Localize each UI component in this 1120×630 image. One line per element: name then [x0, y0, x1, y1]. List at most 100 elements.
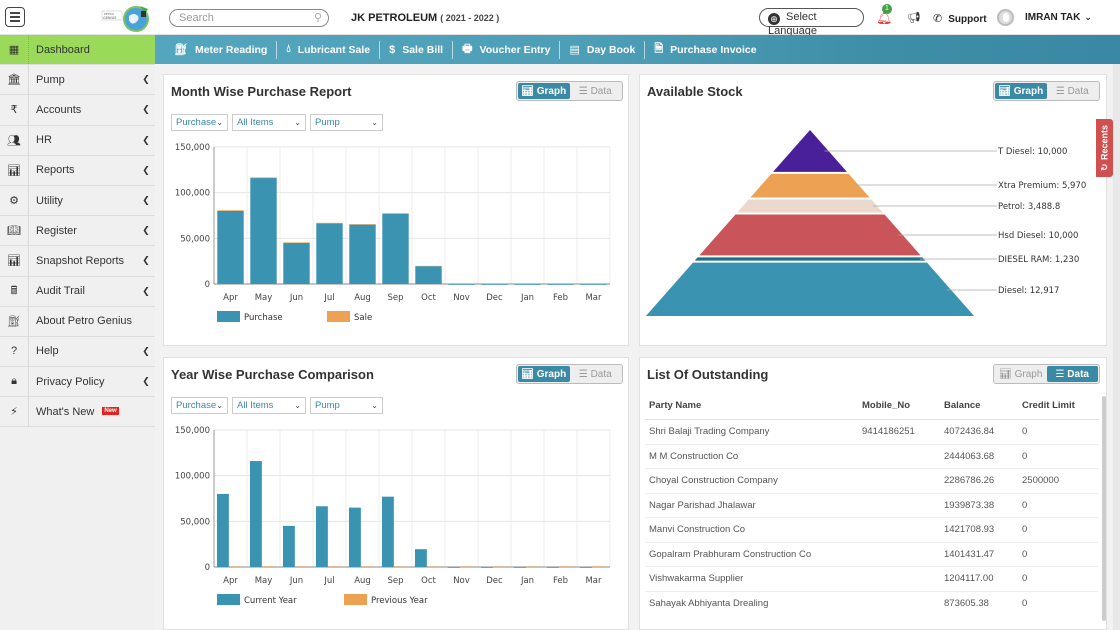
notification-button[interactable]: 🔔︎ 1 [876, 4, 893, 26]
bar-current-year[interactable] [414, 549, 427, 567]
bar-current-year[interactable] [216, 493, 229, 567]
bar-purchase[interactable] [415, 266, 442, 284]
pyramid-segment[interactable] [699, 214, 921, 256]
bar-previous-year[interactable] [360, 566, 373, 567]
pyramid-segment[interactable] [750, 173, 870, 198]
bar-current-year[interactable] [348, 507, 361, 567]
quick-purchase-invoice-button[interactable]: 🗎︎ Purchase Invoice [645, 41, 765, 59]
bar-sale[interactable] [217, 210, 244, 211]
column-header[interactable]: Credit Limit [1022, 400, 1099, 411]
bar-purchase[interactable] [481, 284, 508, 285]
table-row[interactable]: Shri Balaji Trading Company 9414186251 407… [645, 420, 1099, 445]
search-input[interactable]: Search ⚲ [169, 9, 329, 27]
page-scrollbar[interactable] [1113, 64, 1120, 630]
recents-tab[interactable]: ↻ Recents [1096, 119, 1113, 177]
graph-toggle-button[interactable]: 📊︎ Graph [518, 366, 570, 382]
bar-purchase[interactable] [217, 210, 244, 284]
data-toggle-button[interactable]: ☰ Data [570, 366, 622, 382]
graph-toggle-button[interactable]: 📊︎ Graph [995, 83, 1047, 99]
bar-current-year[interactable] [579, 567, 592, 568]
table-row[interactable]: Manvi Construction Co 1421708.93 0 [645, 518, 1099, 543]
table-row[interactable]: Choyal Construction Company 2286786.26 250… [645, 469, 1099, 494]
sidebar-item-privacy-policy[interactable]: 🔒︎ Privacy Policy ❮ [0, 367, 155, 398]
pyramid-segment[interactable] [737, 199, 883, 213]
bar-purchase[interactable] [514, 284, 541, 285]
bar-purchase[interactable] [250, 178, 277, 284]
legend-label[interactable]: Current Year [244, 596, 297, 606]
support-link[interactable]: ✆ Support [933, 12, 987, 25]
table-row[interactable]: Nagar Parishad Jhalawar 1939873.38 0 [645, 494, 1099, 518]
bar-purchase[interactable] [448, 284, 475, 285]
table-row[interactable]: Vishwakarma Supplier 1204117.00 0 [645, 567, 1099, 592]
user-menu[interactable]: IMRAN TAK ⌄ [1025, 12, 1092, 23]
bar-current-year[interactable] [480, 567, 493, 568]
quick-lubricant-sale-button[interactable]: 💧︎ Lubricant Sale [277, 40, 381, 59]
hamburger-menu-button[interactable] [5, 7, 25, 27]
graph-toggle-button[interactable]: 📊︎ Graph [518, 83, 570, 99]
bar-previous-year[interactable] [558, 566, 571, 567]
location-select[interactable]: Pump ⌄ [310, 114, 383, 131]
column-header[interactable]: Mobile_No [862, 400, 944, 411]
bar-previous-year[interactable] [525, 566, 538, 567]
bar-previous-year[interactable] [426, 566, 439, 567]
sidebar-item-dashboard[interactable]: ▦︎ Dashboard [0, 35, 155, 66]
data-toggle-button[interactable]: ☰ Data [570, 83, 622, 99]
type-select[interactable]: Purchase ⌄ [171, 397, 228, 414]
bar-purchase[interactable] [580, 284, 607, 285]
bar-previous-year[interactable] [228, 566, 241, 567]
pyramid-segment[interactable] [645, 262, 975, 316]
data-toggle-button[interactable]: ☰ Data [1047, 83, 1099, 99]
bar-previous-year[interactable] [591, 566, 604, 567]
bar-sale[interactable] [250, 177, 277, 179]
table-row[interactable]: Gopalram Prabhuram Construction Co 140143… [645, 543, 1099, 567]
table-scrollbar[interactable] [1102, 396, 1106, 621]
avatar[interactable] [997, 9, 1014, 26]
quick-sale-bill-button[interactable]: $︎ Sale Bill [380, 40, 454, 59]
bar-current-year[interactable] [381, 496, 394, 567]
data-toggle-button[interactable]: ☰ Data [1046, 366, 1098, 382]
sidebar-item-help[interactable]: ?︎ Help ❮ [0, 336, 155, 368]
sidebar-item-about-petro-genius[interactable]: ⛽︎ About Petro Genius [0, 306, 155, 337]
bar-current-year[interactable] [282, 525, 295, 567]
legend-label[interactable]: Sale [354, 313, 372, 323]
bar-purchase[interactable] [316, 223, 343, 284]
quick-meter-reading-button[interactable]: ⛽︎ Meter Reading [165, 40, 278, 59]
bar-current-year[interactable] [546, 567, 559, 568]
column-header[interactable]: Balance [944, 400, 1022, 411]
megaphone-icon[interactable]: 📢︎ [907, 11, 921, 24]
sidebar-item-pump[interactable]: 🏛︎ Pump ❮ [0, 65, 155, 96]
sidebar-item-register[interactable]: 📖︎ Register ❮ [0, 216, 155, 247]
bar-purchase[interactable] [382, 213, 409, 284]
legend-label[interactable]: Purchase [244, 313, 283, 323]
bar-current-year[interactable] [249, 461, 262, 567]
bar-current-year[interactable] [447, 567, 460, 568]
sidebar-item-hr[interactable]: 👥︎ HR ❮ [0, 125, 155, 156]
graph-toggle-button[interactable]: 📊︎ Graph [995, 366, 1047, 382]
quick-voucher-entry-button[interactable]: 🖶︎ Voucher Entry [453, 40, 561, 59]
pyramid-segment[interactable] [694, 257, 926, 261]
bar-previous-year[interactable] [327, 566, 340, 567]
legend-label[interactable]: Previous Year [371, 596, 428, 606]
bar-purchase[interactable] [547, 284, 574, 285]
bar-previous-year[interactable] [459, 566, 472, 567]
bar-current-year[interactable] [315, 506, 328, 567]
items-select[interactable]: All Items ⌄ [232, 114, 306, 131]
quick-day-book-button[interactable]: ▤︎ Day Book [560, 40, 646, 59]
select-language-button[interactable]: ⊕ Select Language [759, 8, 864, 37]
bar-previous-year[interactable] [294, 566, 307, 567]
table-row[interactable]: Sahayak Abhiyanta Drealing 873605.38 0 [645, 592, 1099, 608]
sidebar-item-snapshot-reports[interactable]: 📊︎ Snapshot Reports ❮ [0, 246, 155, 277]
sidebar-item-audit-trail[interactable]: 🖩︎ Audit Trail ❮ [0, 276, 155, 307]
sidebar-item-what-s-new[interactable]: ⚡︎ What's New New [0, 397, 155, 428]
location-select[interactable]: Pump ⌄ [310, 397, 383, 414]
bar-sale[interactable] [283, 242, 310, 243]
bar-purchase[interactable] [283, 242, 310, 284]
sidebar-item-accounts[interactable]: ₹︎ Accounts ❮ [0, 95, 155, 126]
items-select[interactable]: All Items ⌄ [232, 397, 306, 414]
bar-sale[interactable] [349, 224, 376, 225]
sidebar-item-utility[interactable]: ⚙︎ Utility ❮ [0, 185, 155, 217]
table-row[interactable]: M M Construction Co 2444063.68 0 [645, 445, 1099, 469]
bar-previous-year[interactable] [393, 566, 406, 567]
bar-current-year[interactable] [513, 567, 526, 568]
bar-purchase[interactable] [349, 224, 376, 284]
